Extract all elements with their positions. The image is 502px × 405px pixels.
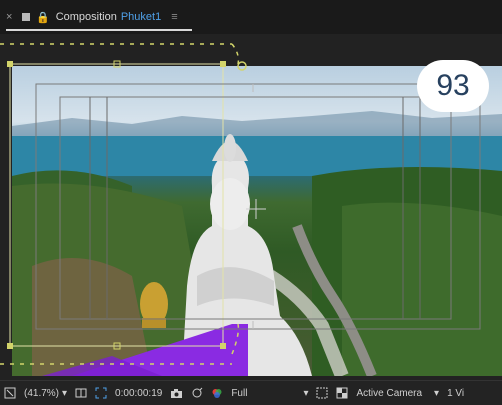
panel-tab-bar: × 🔒 Composition Phuket1 ≡ — [0, 0, 502, 34]
snapshot-camera-icon[interactable] — [166, 381, 187, 405]
chevron-down-icon: ▾ — [434, 387, 440, 399]
magnification-dropdown[interactable]: (41.7%) ▾ — [20, 381, 71, 405]
step-number-badge: 93 — [417, 60, 489, 112]
viewer-footer-toolbar: (41.7%) ▾ 0:00:00:19 Full ▾ Active Camer… — [0, 380, 502, 405]
composition-viewer[interactable]: 93 — [0, 34, 502, 380]
active-view-value: Active Camera — [356, 387, 423, 399]
region-of-interest-icon[interactable] — [312, 381, 332, 405]
panel-menu-icon[interactable]: ≡ — [171, 11, 177, 23]
anchor-point-icon[interactable] — [237, 61, 247, 71]
toggle-mask-visibility-icon[interactable] — [91, 381, 111, 405]
handle-top-left[interactable] — [7, 61, 13, 67]
tab-label: Composition — [55, 11, 117, 23]
current-time[interactable]: 0:00:00:19 — [111, 381, 166, 405]
handle-bottom-right[interactable] — [220, 343, 226, 349]
color-channels-icon[interactable] — [207, 381, 227, 405]
3d-view-dropdown[interactable]: Active Camera ▾ — [352, 381, 443, 405]
always-preview-icon[interactable] — [0, 381, 20, 405]
grid-guide-options-icon[interactable] — [71, 381, 91, 405]
action-safe-guide — [35, 83, 481, 330]
transparency-grid-icon[interactable] — [332, 381, 352, 405]
resolution-value: Full — [231, 387, 248, 399]
handle-top-right[interactable] — [220, 61, 226, 67]
view-layout-dropdown[interactable]: 1 Vi — [443, 381, 468, 405]
handle-bottom-left[interactable] — [7, 343, 13, 349]
active-tab-indicator — [6, 29, 192, 31]
panel-color-swatch-icon — [22, 13, 30, 21]
chevron-down-icon: ▾ — [62, 387, 68, 399]
close-tab-icon[interactable]: × — [6, 11, 20, 23]
show-snapshot-icon[interactable] — [187, 381, 207, 405]
chevron-down-icon: ▾ — [303, 387, 309, 399]
resolution-dropdown[interactable]: Full ▾ — [227, 381, 312, 405]
composition-name[interactable]: Phuket1 — [121, 11, 161, 23]
lock-icon[interactable]: 🔒 — [36, 11, 50, 24]
zoom-level: (41.7%) — [24, 387, 60, 399]
tab-composition[interactable]: × 🔒 Composition Phuket1 ≡ — [6, 6, 192, 28]
layer-bounding-box — [9, 63, 224, 347]
